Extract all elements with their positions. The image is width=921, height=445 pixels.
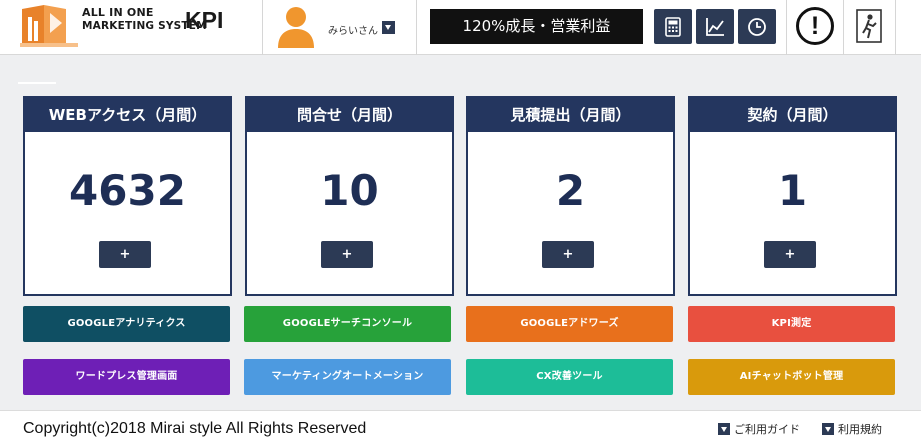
divider xyxy=(895,0,896,55)
marketing-automation-button[interactable]: マーケティングオートメーション xyxy=(244,359,451,395)
logo-kpi: KPI xyxy=(185,7,224,33)
chevron-down-icon xyxy=(822,423,834,435)
google-adwords-button[interactable]: GOOGLEアドワーズ xyxy=(466,306,673,342)
cx-improvement-tool-button[interactable]: CX改善ツール xyxy=(466,359,673,395)
card-value: 1 xyxy=(777,166,808,215)
card-title: WEBアクセス（月間） xyxy=(25,98,230,132)
card-title: 契約（月間） xyxy=(690,98,895,132)
logo-line1: ALL IN ONE xyxy=(82,6,154,19)
divider xyxy=(843,0,844,55)
chevron-down-icon xyxy=(718,423,730,435)
card-value: 10 xyxy=(320,166,379,215)
tab-indicator xyxy=(18,82,56,84)
line-chart-icon xyxy=(706,18,724,36)
chevron-down-icon[interactable] xyxy=(382,21,395,34)
kpi-card-quotes: 見積提出（月間） 2 + xyxy=(466,96,675,296)
ai-chatbot-admin-button[interactable]: AIチャットボット管理 xyxy=(688,359,895,395)
goal-banner: 120%成長・営業利益 xyxy=(430,9,643,44)
footer: Copyright(c)2018 Mirai style All Rights … xyxy=(0,410,921,445)
header-bar: ALL IN ONE MARKETING SYSTEM KPI みらいさん 12… xyxy=(0,0,921,55)
clock-icon xyxy=(748,18,766,36)
google-analytics-button[interactable]: GOOGLEアナリティクス xyxy=(23,306,230,342)
avatar-icon xyxy=(278,7,314,48)
kpi-card-inquiries: 問合せ（月間） 10 + xyxy=(245,96,454,296)
add-button[interactable]: + xyxy=(764,241,816,268)
card-title: 見積提出（月間） xyxy=(468,98,673,132)
divider xyxy=(262,0,263,55)
divider xyxy=(786,0,787,55)
card-value: 2 xyxy=(555,166,586,215)
user-name: みらいさん xyxy=(328,26,378,37)
google-search-console-button[interactable]: GOOGLEサーチコンソール xyxy=(244,306,451,342)
alert-button[interactable]: ! xyxy=(796,7,834,45)
card-title: 問合せ（月間） xyxy=(247,98,452,132)
history-button[interactable] xyxy=(738,9,776,44)
card-value: 4632 xyxy=(69,166,186,215)
add-button[interactable]: + xyxy=(99,241,151,268)
kpi-card-contracts: 契約（月間） 1 + xyxy=(688,96,897,296)
user-menu[interactable]: みらいさん xyxy=(276,4,406,50)
calculator-button[interactable] xyxy=(654,9,692,44)
logo-mark-icon xyxy=(20,5,78,47)
kpi-card-web-access: WEBアクセス（月間） 4632 + xyxy=(23,96,232,296)
chart-button[interactable] xyxy=(696,9,734,44)
user-guide-label: ご利用ガイド xyxy=(734,423,800,436)
kpi-measure-button[interactable]: KPI測定 xyxy=(688,306,895,342)
calculator-icon xyxy=(665,17,681,37)
copyright-text: Copyright(c)2018 Mirai style All Rights … xyxy=(23,420,367,437)
logo[interactable]: ALL IN ONE MARKETING SYSTEM KPI xyxy=(20,3,260,49)
divider xyxy=(416,0,417,55)
user-guide-link[interactable]: ご利用ガイド xyxy=(718,421,800,437)
terms-label: 利用規約 xyxy=(838,423,882,436)
add-button[interactable]: + xyxy=(321,241,373,268)
exit-door-icon[interactable] xyxy=(855,9,883,43)
add-button[interactable]: + xyxy=(542,241,594,268)
wordpress-admin-button[interactable]: ワードプレス管理画面 xyxy=(23,359,230,395)
terms-link[interactable]: 利用規約 xyxy=(822,421,882,437)
